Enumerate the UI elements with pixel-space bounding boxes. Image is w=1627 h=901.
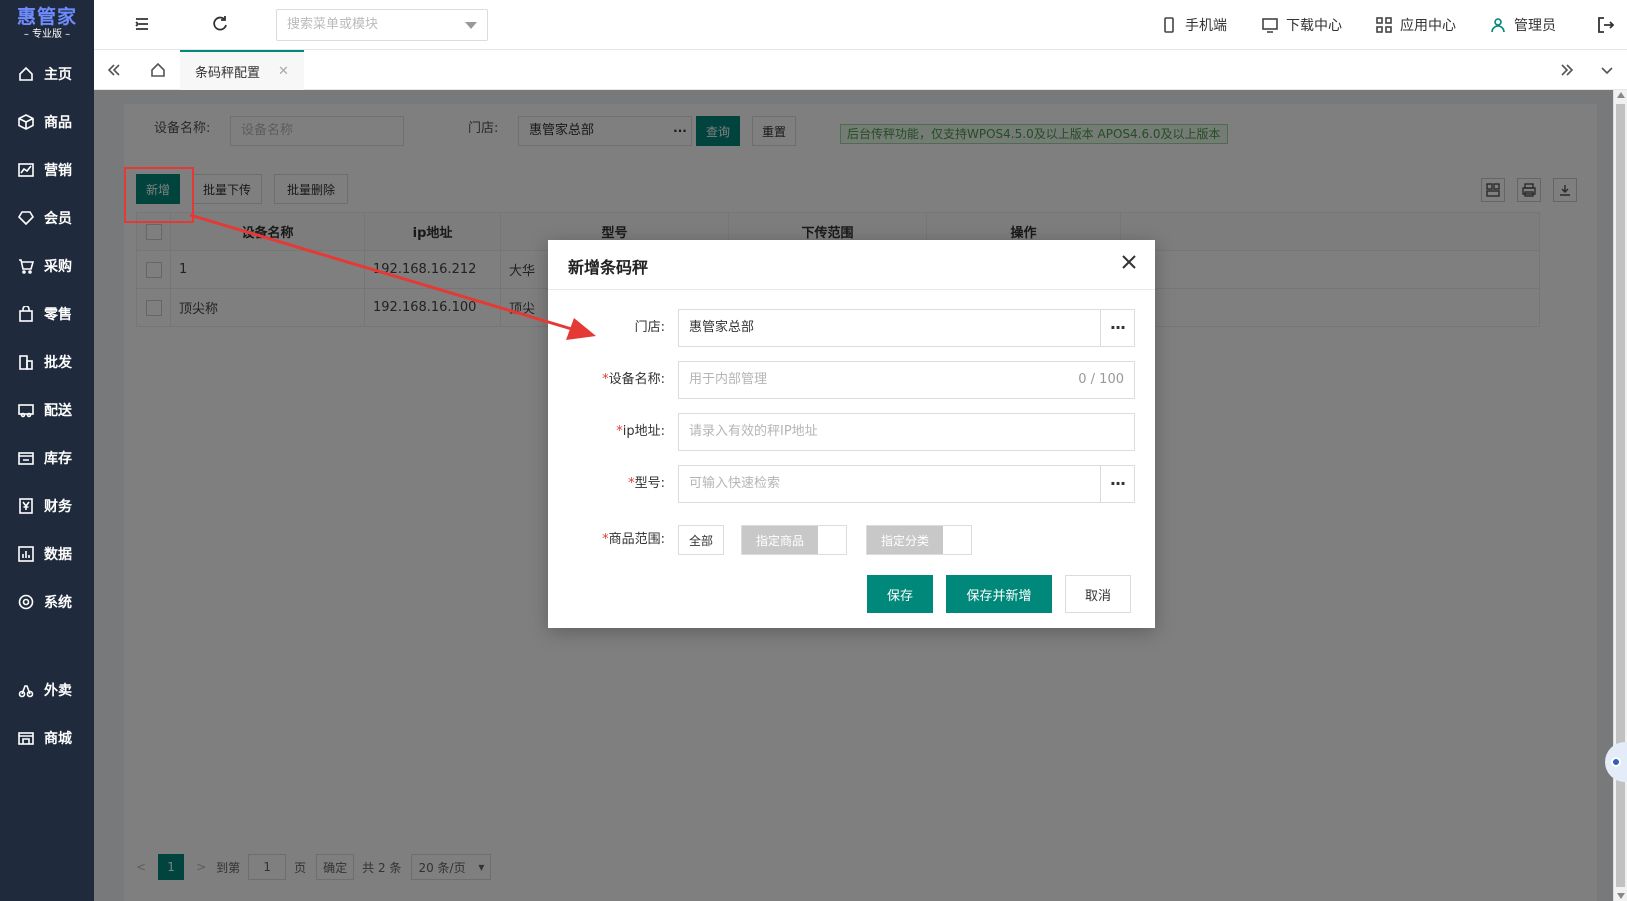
scooter-icon [18, 682, 34, 698]
logout-icon[interactable] [1596, 15, 1616, 35]
tab-close-icon[interactable]: ✕ [278, 64, 289, 79]
tab-barcode-scale-config[interactable]: 条码秤配置 ✕ [180, 50, 304, 90]
store-field[interactable]: 惠管家总部 ··· [678, 309, 1135, 347]
sidebar-item-data[interactable]: 数据 [0, 530, 94, 578]
range-all-option[interactable]: 全部 [678, 525, 724, 555]
truck-icon [18, 402, 34, 418]
home-icon [18, 66, 34, 82]
warehouse-icon [18, 450, 34, 466]
search-input[interactable]: 搜索菜单或模块 [276, 9, 488, 41]
store-field-label: 门店: [634, 320, 665, 335]
sidebar-item-inventory[interactable]: 库存 [0, 434, 94, 482]
sidebar-item-takeout[interactable]: 外卖 [0, 666, 94, 714]
bag-icon [18, 306, 34, 322]
range-goods-option[interactable]: 指定商品 [741, 525, 847, 555]
save-and-new-button[interactable]: 保存并新增 [946, 575, 1052, 613]
dialog-divider [548, 289, 1155, 290]
tab-bar: 条码秤配置 ✕ [94, 50, 1627, 90]
bar-chart-icon [18, 546, 34, 562]
model-picker-button[interactable]: ··· [1100, 466, 1134, 502]
sidebar-item-retail[interactable]: 零售 [0, 290, 94, 338]
box-icon [18, 114, 34, 130]
sidebar-item-finance[interactable]: 财务 [0, 482, 94, 530]
phone-icon [1164, 17, 1174, 33]
model-field[interactable]: 可输入快速检索 ··· [678, 465, 1135, 503]
cancel-button[interactable]: 取消 [1065, 575, 1131, 613]
diamond-icon [18, 210, 34, 226]
sidebar-item-member[interactable]: 会员 [0, 194, 94, 242]
sidebar-item-wholesale[interactable]: 批发 [0, 338, 94, 386]
char-counter: 0 / 100 [1078, 372, 1124, 387]
sidebar-item-marketing[interactable]: 营销 [0, 146, 94, 194]
sidebar-item-delivery[interactable]: 配送 [0, 386, 94, 434]
store-picker-button[interactable]: ··· [1100, 310, 1134, 346]
user-icon [1491, 18, 1505, 33]
sidebar-item-system[interactable]: 系统 [0, 578, 94, 626]
scroll-down-icon[interactable] [1617, 893, 1625, 899]
store-icon [18, 730, 34, 746]
home-tab-icon[interactable] [138, 50, 178, 90]
settings-icon [18, 594, 34, 610]
yen-icon [18, 498, 34, 514]
range-field-label: *商品范围: [602, 532, 665, 547]
annotation-highlight-box [124, 167, 194, 223]
range-category-option[interactable]: 指定分类 [866, 525, 972, 555]
device-name-field-label: *设备名称: [602, 372, 665, 387]
cart-icon [18, 258, 34, 274]
sidebar: 惠管家 – 专业版 – 主页 商品 营销 会员 采购 零售 批发 配送 库存 财… [0, 0, 94, 901]
app-center-link[interactable]: 应用中心 [1376, 0, 1456, 50]
device-name-field[interactable]: 用于内部管理 0 / 100 [678, 361, 1135, 399]
save-button[interactable]: 保存 [867, 575, 933, 613]
range-category-toggle[interactable] [943, 526, 971, 554]
menu-fold-icon[interactable] [132, 14, 152, 34]
user-menu[interactable]: 管理员 [1490, 0, 1556, 50]
logo-title: 惠管家 [16, 6, 77, 28]
sidebar-item-home[interactable]: 主页 [0, 50, 94, 98]
ip-field-label: *ip地址: [616, 424, 665, 439]
ip-field[interactable]: 请录入有效的秤IP地址 [678, 413, 1135, 451]
refresh-icon[interactable] [210, 14, 230, 34]
sidebar-item-goods[interactable]: 商品 [0, 98, 94, 146]
range-goods-toggle[interactable] [818, 526, 846, 554]
assistant-icon [1611, 757, 1621, 767]
chart-icon [18, 162, 34, 178]
apps-icon [1376, 17, 1392, 33]
download-center-link[interactable]: 下载中心 [1262, 0, 1342, 50]
building-icon [18, 354, 34, 370]
add-scale-dialog: 新增条码秤 门店: 惠管家总部 ··· *设备名称: 用于内部管理 0 / 100 … [548, 240, 1155, 628]
logo-subtitle: – 专业版 – [23, 29, 71, 40]
sidebar-item-mall[interactable]: 商城 [0, 714, 94, 762]
tabs-scroll-right-icon[interactable] [1547, 50, 1587, 90]
monitor-icon [1262, 18, 1278, 33]
sidebar-item-purchase[interactable]: 采购 [0, 242, 94, 290]
model-field-label: *型号: [628, 476, 665, 491]
chevron-down-icon [465, 22, 477, 29]
mobile-link[interactable]: 手机端 [1161, 0, 1227, 50]
top-bar: 搜索菜单或模块 手机端 下载中心 应用中心 管理员 [94, 0, 1627, 50]
tabs-scroll-left-icon[interactable] [94, 50, 134, 90]
logo: 惠管家 – 专业版 – [0, 0, 94, 50]
scroll-up-icon[interactable] [1617, 92, 1625, 98]
tabs-dropdown-icon[interactable] [1587, 50, 1627, 90]
close-icon[interactable] [1121, 254, 1139, 272]
dialog-title: 新增条码秤 [568, 258, 649, 277]
